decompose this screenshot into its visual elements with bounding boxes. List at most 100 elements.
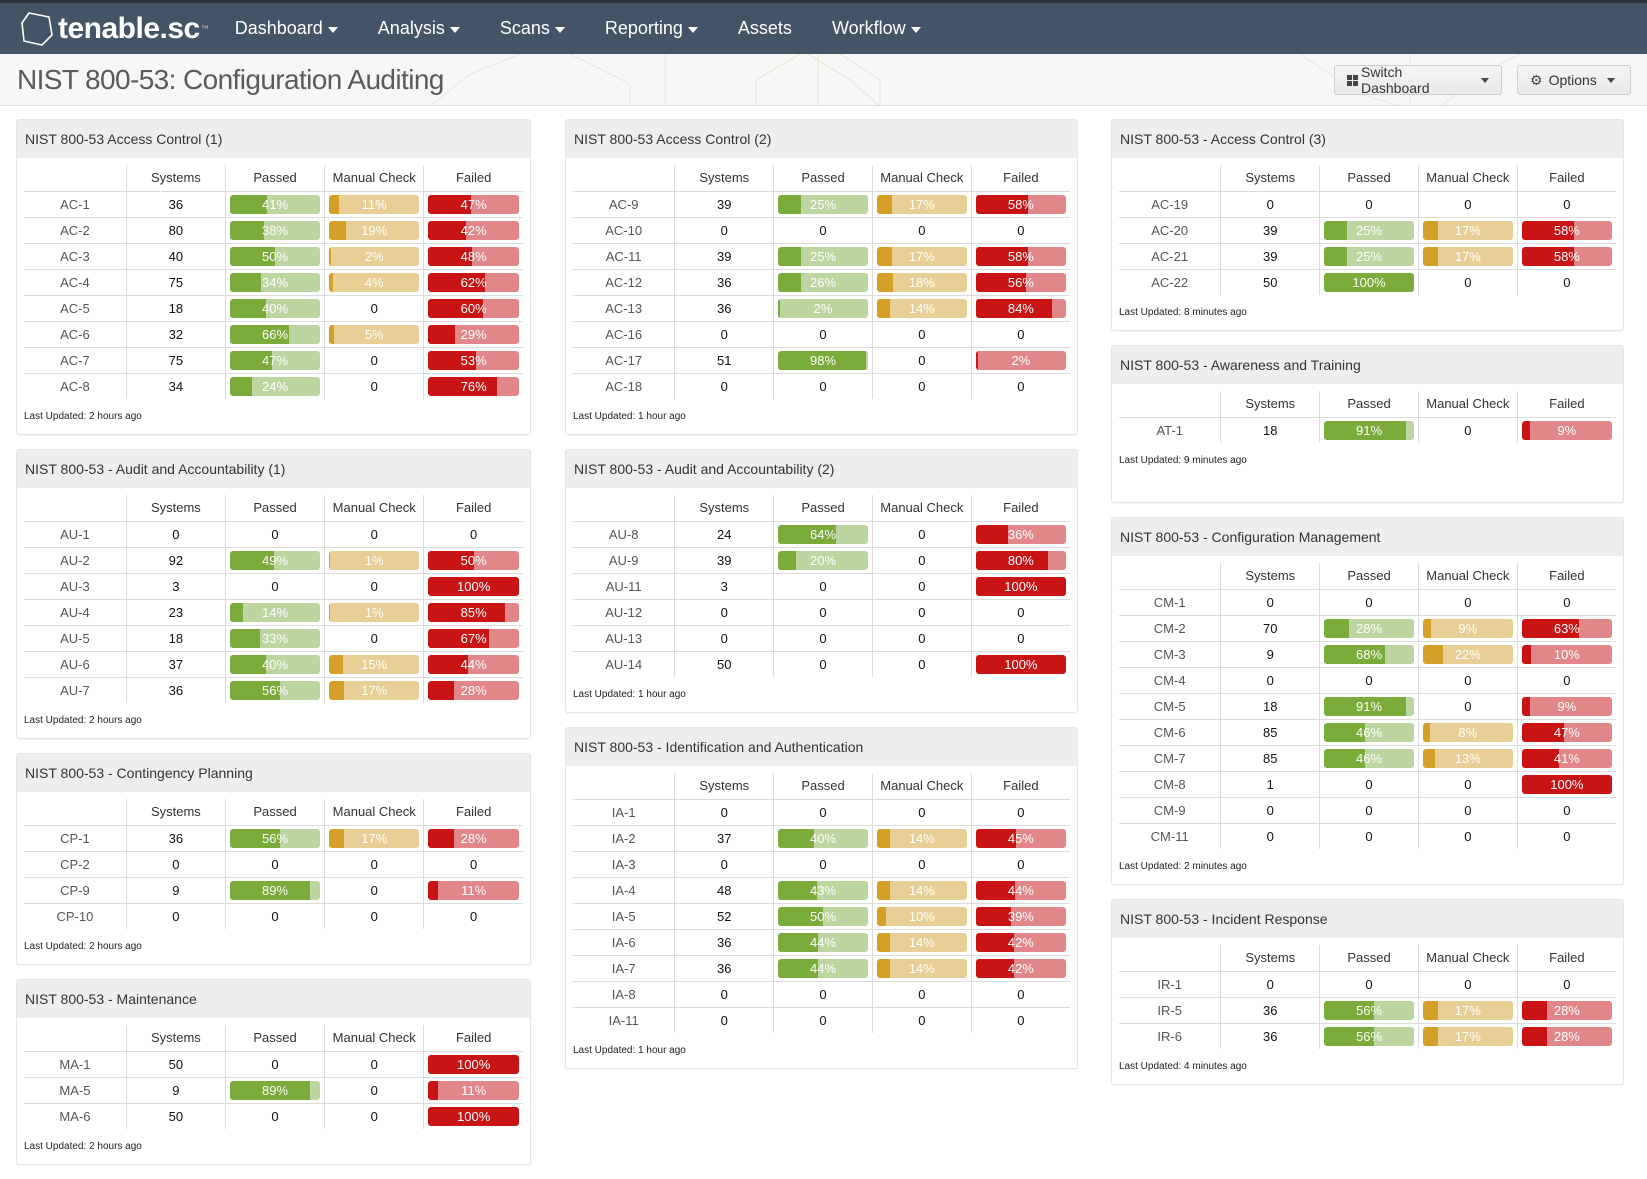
passed-bar-cell[interactable]: 40% (773, 825, 873, 852)
passed-bar-cell[interactable]: 14% (224, 599, 325, 626)
panel-header[interactable]: NIST 800-53 - Configuration Management (1112, 518, 1623, 556)
table-row[interactable]: IA-4 48 43% 14% 44% (573, 877, 1070, 904)
failed-bar[interactable]: 44% (428, 654, 519, 674)
failed-bar-cell[interactable]: 60% (423, 295, 523, 322)
failed-bar[interactable]: 42% (428, 220, 519, 240)
table-row[interactable]: AU-3 3 0 0 100% (24, 573, 523, 600)
failed-bar-cell[interactable]: 100% (1516, 771, 1616, 798)
failed-bar-cell[interactable]: 28% (1516, 1023, 1616, 1049)
manual-check-bar[interactable]: 5% (329, 324, 420, 344)
failed-bar[interactable]: 39% (975, 906, 1066, 926)
failed-bar-cell[interactable]: 28% (423, 677, 523, 703)
failed-bar-cell[interactable]: 2% (970, 347, 1070, 374)
table-row[interactable]: AC-19 0 0 0 0 (1119, 191, 1616, 218)
table-row[interactable]: IA-1 0 0 0 0 (573, 799, 1070, 826)
passed-bar[interactable]: 40% (229, 654, 321, 674)
failed-bar-cell[interactable]: 100% (970, 651, 1070, 677)
manual-check-value[interactable]: 0 (324, 573, 424, 600)
failed-bar[interactable]: 58% (975, 246, 1066, 266)
manual-check-bar-cell[interactable]: 11% (324, 191, 424, 218)
table-row[interactable]: AC-13 36 2% 14% 84% (573, 295, 1070, 322)
passed-value[interactable]: 0 (773, 573, 873, 600)
manual-check-bar[interactable]: 14% (876, 828, 967, 848)
options-button[interactable]: ⚙ Options (1517, 65, 1631, 95)
manual-check-bar-cell[interactable]: 9% (1417, 615, 1518, 642)
table-row[interactable]: AU-1 0 0 0 0 (24, 521, 523, 548)
manual-check-bar[interactable]: 14% (876, 880, 967, 900)
passed-bar-cell[interactable]: 66% (224, 321, 325, 348)
passed-bar[interactable]: 25% (778, 194, 868, 214)
passed-bar-cell[interactable]: 2% (773, 295, 873, 322)
failed-value[interactable]: 0 (1516, 797, 1616, 824)
passed-bar-cell[interactable]: 33% (224, 625, 325, 652)
passed-bar[interactable]: 41% (229, 194, 321, 214)
passed-bar[interactable]: 56% (229, 680, 321, 700)
failed-bar-cell[interactable]: 63% (1516, 615, 1616, 642)
passed-bar[interactable]: 28% (1324, 618, 1414, 638)
failed-bar-cell[interactable]: 100% (423, 1103, 523, 1129)
failed-bar[interactable]: 11% (428, 880, 519, 900)
passed-bar-cell[interactable]: 25% (1319, 243, 1419, 270)
failed-bar[interactable]: 10% (1521, 644, 1612, 664)
failed-bar[interactable]: 9% (1521, 420, 1612, 440)
passed-bar[interactable]: 25% (1324, 220, 1414, 240)
manual-check-value[interactable]: 0 (1417, 417, 1518, 443)
manual-check-bar-cell[interactable]: 14% (871, 295, 972, 322)
passed-value[interactable]: 0 (224, 521, 325, 548)
manual-check-value[interactable]: 0 (1417, 269, 1518, 295)
table-row[interactable]: AC-5 18 40% 0 60% (24, 295, 523, 322)
passed-bar[interactable]: 24% (229, 376, 321, 396)
passed-value[interactable]: 0 (773, 799, 873, 826)
passed-value[interactable]: 0 (1319, 589, 1419, 616)
passed-bar-cell[interactable]: 50% (224, 243, 325, 270)
failed-value[interactable]: 0 (970, 1007, 1070, 1033)
passed-bar[interactable]: 38% (229, 220, 321, 240)
passed-bar[interactable]: 2% (778, 298, 868, 318)
passed-value[interactable]: 0 (1319, 797, 1419, 824)
failed-bar-cell[interactable]: 29% (423, 321, 523, 348)
failed-bar-cell[interactable]: 41% (1516, 745, 1616, 772)
table-row[interactable]: AU-2 92 49% 1% 50% (24, 547, 523, 574)
table-row[interactable]: AC-9 39 25% 17% 58% (573, 191, 1070, 218)
failed-bar-cell[interactable]: 50% (423, 547, 523, 574)
passed-bar-cell[interactable]: 34% (224, 269, 325, 296)
manual-check-bar-cell[interactable]: 14% (871, 955, 972, 982)
passed-bar[interactable]: 14% (229, 602, 321, 622)
manual-check-bar[interactable]: 17% (1422, 1026, 1513, 1046)
passed-bar-cell[interactable]: 91% (1319, 693, 1419, 720)
manual-check-bar-cell[interactable]: 17% (324, 825, 424, 852)
passed-bar-cell[interactable]: 25% (773, 243, 873, 270)
failed-bar-cell[interactable]: 58% (1516, 217, 1616, 244)
manual-check-value[interactable]: 0 (871, 547, 972, 574)
failed-bar-cell[interactable]: 58% (1516, 243, 1616, 270)
failed-bar[interactable]: 42% (975, 958, 1066, 978)
passed-bar-cell[interactable]: 49% (224, 547, 325, 574)
manual-check-value[interactable]: 0 (324, 903, 424, 929)
passed-value[interactable]: 0 (224, 1051, 325, 1078)
failed-value[interactable]: 0 (970, 799, 1070, 826)
passed-bar-cell[interactable]: 44% (773, 929, 873, 956)
passed-value[interactable]: 0 (773, 1007, 873, 1033)
passed-value[interactable]: 0 (773, 373, 873, 399)
failed-bar[interactable]: 36% (975, 524, 1066, 544)
table-row[interactable]: AC-1 36 41% 11% 47% (24, 191, 523, 218)
failed-bar[interactable]: 48% (428, 246, 519, 266)
failed-value[interactable]: 0 (423, 521, 523, 548)
passed-bar-cell[interactable]: 40% (224, 295, 325, 322)
failed-bar-cell[interactable]: 47% (423, 191, 523, 218)
manual-check-value[interactable]: 0 (1417, 191, 1518, 218)
failed-bar-cell[interactable]: 76% (423, 373, 523, 399)
failed-bar[interactable]: 76% (428, 376, 519, 396)
manual-check-value[interactable]: 0 (871, 851, 972, 878)
passed-bar-cell[interactable]: 44% (773, 955, 873, 982)
passed-bar[interactable]: 40% (778, 828, 868, 848)
failed-bar[interactable]: 28% (1521, 1000, 1612, 1020)
manual-check-value[interactable]: 0 (871, 651, 972, 677)
table-row[interactable]: AC-6 32 66% 5% 29% (24, 321, 523, 348)
table-row[interactable]: IR-1 0 0 0 0 (1119, 971, 1616, 998)
passed-bar[interactable]: 47% (229, 350, 321, 370)
panel-header[interactable]: NIST 800-53 - Identification and Authent… (566, 728, 1077, 766)
table-row[interactable]: MA-6 50 0 0 100% (24, 1103, 523, 1129)
manual-check-bar[interactable]: 15% (329, 654, 420, 674)
passed-bar-cell[interactable]: 56% (224, 825, 325, 852)
